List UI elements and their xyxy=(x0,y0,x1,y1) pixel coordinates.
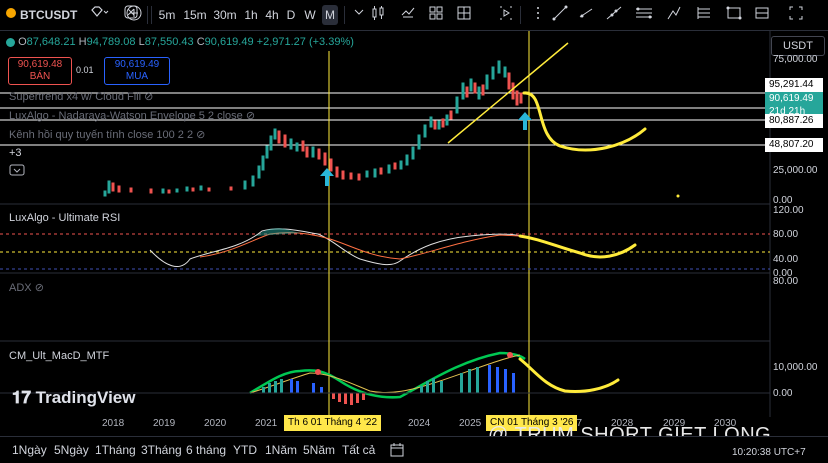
screenshot-icon[interactable] xyxy=(786,5,806,25)
candles-icon[interactable] xyxy=(368,5,388,25)
close-label: C xyxy=(196,36,205,48)
last-price: 90,619.49 xyxy=(769,93,814,104)
high-label: H xyxy=(78,36,87,48)
ohlc-legend: O87,648.21 H94,789.08 L87,550.43 C90,619… xyxy=(6,36,354,48)
spread-value: 0.01 xyxy=(76,65,94,75)
macd-tick-0: 0.00 xyxy=(773,388,793,399)
eye-hidden-icon[interactable]: ⊘ xyxy=(246,110,255,122)
indicators-icon[interactable] xyxy=(398,5,418,25)
tradingview-logo-icon: 𝟏𝟕 xyxy=(12,388,31,407)
range-1d[interactable]: 1Ngày xyxy=(12,443,47,457)
change-value: +2,971.27 (+3.39%) xyxy=(256,36,354,48)
trend-line-icon[interactable] xyxy=(550,5,570,25)
year-2021: 2021 xyxy=(255,418,278,429)
range-ytd[interactable]: YTD xyxy=(233,443,257,457)
eye-hidden-icon[interactable]: ⊘ xyxy=(144,91,153,103)
ray-line-icon[interactable] xyxy=(576,5,596,25)
chevron-down-icon[interactable] xyxy=(354,5,364,25)
templates-icon[interactable] xyxy=(426,5,446,25)
year-2020: 2020 xyxy=(204,418,227,429)
drag-handle-icon[interactable] xyxy=(528,5,548,25)
year-2024: 2024 xyxy=(408,418,431,429)
range-6m[interactable]: 6 tháng xyxy=(186,443,226,457)
pitchfork-icon[interactable] xyxy=(664,5,684,25)
range-5y[interactable]: 5Năm xyxy=(303,443,335,457)
sell-price: 90,619.48 xyxy=(17,59,63,70)
price-tick-75000: 75,000.00 xyxy=(773,54,818,65)
watchlist-diamond-icon[interactable] xyxy=(85,5,113,25)
adx-tick-80: 80.00 xyxy=(773,276,799,287)
symbol-name[interactable]: BTCUSDT xyxy=(20,5,77,25)
price-level-2: 80,887.26 xyxy=(765,114,823,128)
indicator-adx[interactable]: ADX ⊘ xyxy=(9,281,44,294)
add-symbol-icon[interactable] xyxy=(123,5,145,25)
price-level-1: 95,291.44 xyxy=(765,78,823,92)
buy-label: MUA xyxy=(125,71,149,82)
status-dot-icon xyxy=(6,37,15,47)
extended-line-icon[interactable] xyxy=(604,5,624,25)
sell-button[interactable]: 90,619.48 BÁN xyxy=(8,57,72,85)
price-level-3: 48,807.20 xyxy=(765,138,823,152)
interval-5m[interactable]: 5m xyxy=(156,5,178,25)
indicator-nadaraya[interactable]: LuxAlgo - Nadaraya-Watson Envelope 5 2 c… xyxy=(9,109,255,122)
sell-label: BÁN xyxy=(29,71,51,82)
range-1m[interactable]: 1Tháng xyxy=(95,443,136,457)
interval-d[interactable]: D xyxy=(284,5,298,25)
year-2019: 2019 xyxy=(153,418,176,429)
layout-grid-icon[interactable] xyxy=(454,5,474,25)
interval-1h[interactable]: 1h xyxy=(242,5,260,25)
buy-price: 90,619.49 xyxy=(114,59,160,70)
currency-select[interactable]: USDT xyxy=(771,36,825,56)
indicator-supertrend[interactable]: Supertrend x4 w/ Cloud Fill ⊘ xyxy=(9,90,153,103)
open-label: O xyxy=(18,36,27,48)
tradingview-watermark: 𝟏𝟕 TradingView xyxy=(12,388,136,407)
parallel-channel-icon[interactable] xyxy=(634,5,654,25)
eye-hidden-icon[interactable]: ⊘ xyxy=(196,129,205,141)
interval-30m[interactable]: 30m xyxy=(212,5,238,25)
rsi-tick-80: 80.00 xyxy=(773,229,799,240)
interval-15m[interactable]: 15m xyxy=(182,5,208,25)
interval-4h[interactable]: 4h xyxy=(263,5,281,25)
rectangle-icon[interactable] xyxy=(724,5,744,25)
cursor-date-1: Th 6 01 Tháng 4 '22 xyxy=(284,415,382,431)
clock: 10:20:38 UTC+7 xyxy=(732,447,806,458)
close-value: 90,619.49 xyxy=(204,36,254,48)
high-value: 94,789.08 xyxy=(86,36,136,48)
macd-tick-10000: 10,000.00 xyxy=(773,362,818,373)
range-all[interactable]: Tất cả xyxy=(342,443,375,457)
more-indicators[interactable]: +3 xyxy=(9,147,22,159)
buy-button[interactable]: 90,619.49 MUA xyxy=(104,57,170,85)
rsi-tick-40: 40.00 xyxy=(773,254,799,265)
fib-icon[interactable] xyxy=(694,5,714,25)
long-position-icon[interactable] xyxy=(752,5,772,25)
replay-icon[interactable] xyxy=(496,5,516,25)
symbol-icon xyxy=(4,5,18,25)
range-3m[interactable]: 3Tháng xyxy=(141,443,182,457)
interval-w[interactable]: W xyxy=(302,5,318,25)
year-2018: 2018 xyxy=(102,418,125,429)
collapse-icon[interactable] xyxy=(9,164,25,179)
price-tick-25000: 25,000.00 xyxy=(773,165,818,176)
range-1y[interactable]: 1Năm xyxy=(265,443,297,457)
eye-hidden-icon[interactable]: ⊘ xyxy=(35,282,44,294)
year-2025: 2025 xyxy=(459,418,482,429)
indicator-regression[interactable]: Kênh hồi quy tuyến tính close 100 2 2 ⊘ xyxy=(9,128,205,141)
range-5d[interactable]: 5Ngày xyxy=(54,443,89,457)
calendar-icon[interactable] xyxy=(390,443,404,460)
top-toolbar: BTCUSDT 5m 15m 30m 1h 4h D W M xyxy=(0,0,828,31)
arrow-up-icon-2 xyxy=(518,112,532,130)
open-value: 87,648.21 xyxy=(26,36,76,48)
bottom-toolbar: 1Ngày 5Ngày 1Tháng 3Tháng 6 tháng YTD 1N… xyxy=(0,436,828,463)
indicator-macd[interactable]: CM_Ult_MacD_MTF xyxy=(9,350,109,362)
interval-m[interactable]: M xyxy=(322,5,338,25)
indicator-rsi[interactable]: LuxAlgo - Ultimate RSI xyxy=(9,212,120,224)
rsi-tick-120: 120.00 xyxy=(773,205,804,216)
low-value: 87,550.43 xyxy=(144,36,194,48)
